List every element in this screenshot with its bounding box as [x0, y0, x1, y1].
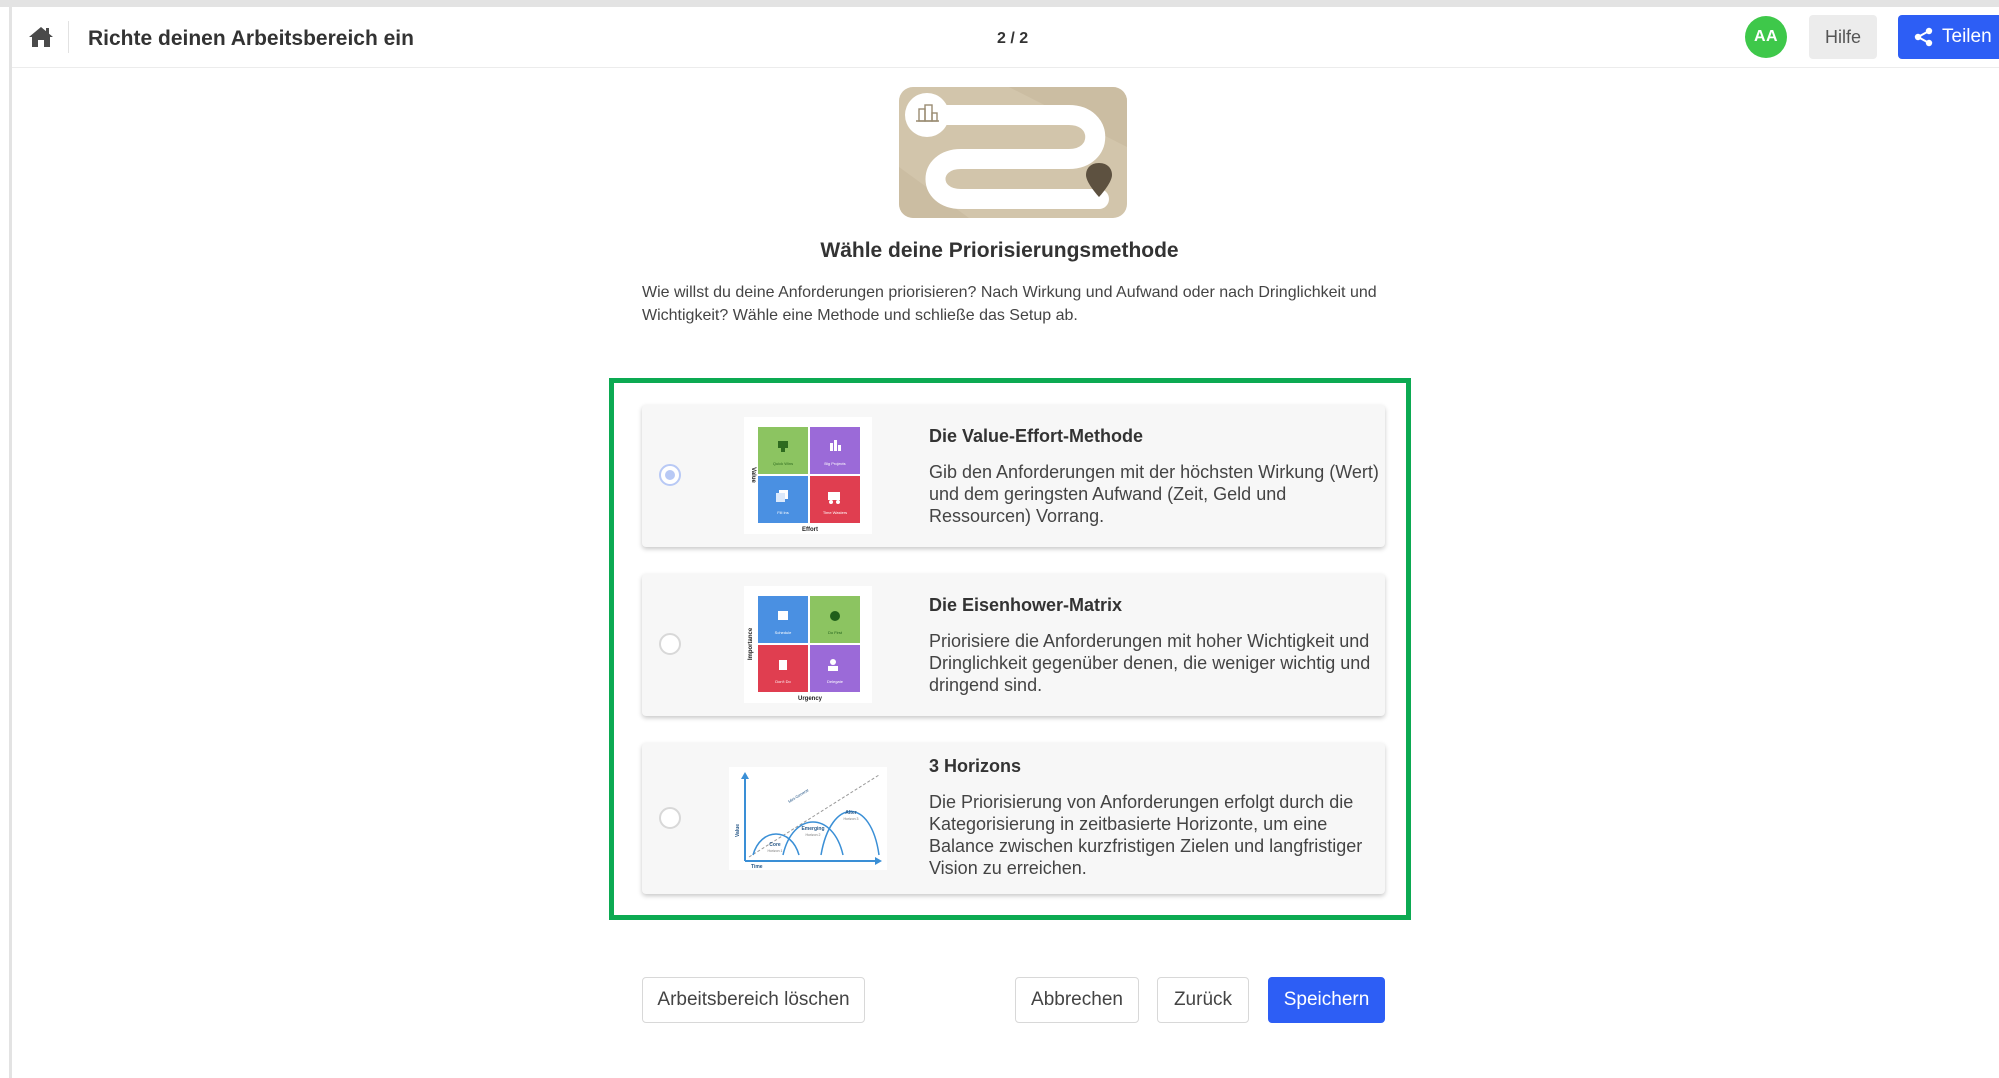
option-value-effort[interactable]: Quick Wins Big Projects Fill Ins Time Wa… [642, 405, 1385, 547]
option-description: Gib den Anforderungen mit der höchsten W… [929, 462, 1379, 526]
y-axis-label: Value [750, 467, 756, 483]
check-icon [830, 611, 840, 621]
3-horizons-thumbnail: Core Horizon 1 Emerging Horizon 2 Alter … [729, 767, 887, 870]
page-title: Richte deinen Arbeitsbereich ein [88, 27, 414, 50]
option-description: Die Priorisierung von Anforderungen erfo… [929, 792, 1363, 878]
x-axis-label: Urgency [798, 696, 823, 702]
option-title: Die Value-Effort-Methode [929, 426, 1144, 446]
trash-icon [779, 660, 787, 670]
quadrant-label: Big Projects [824, 461, 845, 466]
share-icon [1914, 27, 1933, 47]
horizon-label: Horizon 3 [844, 817, 859, 821]
window-top-border [0, 0, 1999, 7]
roadmap-illustration [899, 87, 1127, 218]
header-bar: Richte deinen Arbeitsbereich ein 2 / 2 A… [12, 7, 1999, 68]
radio-3-horizons[interactable] [659, 807, 681, 829]
option-3-horizons[interactable]: Core Horizon 1 Emerging Horizon 2 Alter … [642, 743, 1385, 894]
quadrant-label: Time Wasters [823, 510, 847, 515]
eisenhower-thumbnail: Schedule Do First Don't Do Delegate Urge… [744, 586, 872, 703]
back-button[interactable]: Zurück [1157, 977, 1249, 1023]
x-axis-label: Time [751, 864, 763, 870]
option-eisenhower[interactable]: Schedule Do First Don't Do Delegate Urge… [642, 574, 1385, 716]
value-effort-thumbnail: Quick Wins Big Projects Fill Ins Time Wa… [744, 417, 872, 534]
cancel-button[interactable]: Abbrechen [1015, 977, 1139, 1023]
y-axis-label: Importance [748, 627, 754, 660]
option-title: 3 Horizons [929, 756, 1022, 776]
radio-eisenhower[interactable] [659, 633, 681, 655]
intro-text: Wie willst du deine Anforderungen priori… [642, 284, 1377, 324]
share-label: Teilen [1942, 26, 1992, 47]
horizon-label: Alter [845, 810, 856, 816]
calendar-icon [778, 611, 788, 620]
radio-value-effort[interactable] [659, 464, 681, 486]
step-counter: 2 / 2 [997, 30, 1029, 47]
avatar[interactable]: AA [1745, 16, 1787, 58]
y-axis-label: Value [735, 824, 741, 837]
quadrant-label: Delegate [827, 679, 844, 684]
quadrant-label: Do First [828, 630, 843, 635]
share-button[interactable]: Teilen [1898, 15, 1999, 59]
header-separator [68, 21, 69, 53]
help-button[interactable]: Hilfe [1809, 15, 1877, 59]
option-description: Priorisiere die Anforderungen mit hoher … [929, 631, 1371, 695]
horizon-label: Horizon 1 [768, 849, 783, 853]
horizon-label: Emerging [801, 826, 824, 832]
window-left-border [9, 7, 12, 1078]
quadrant-label: Schedule [775, 630, 792, 635]
delete-workspace-button[interactable]: Arbeitsbereich löschen [642, 977, 865, 1023]
save-button[interactable]: Speichern [1268, 977, 1385, 1023]
option-title: Die Eisenhower-Matrix [929, 595, 1123, 615]
quadrant-label: Don't Do [775, 679, 791, 684]
home-icon[interactable] [28, 25, 54, 49]
section-heading: Wähle deine Priorisierungsmethode [820, 239, 1179, 262]
quadrant-label: Fill Ins [777, 510, 789, 515]
horizon-label: Horizon 2 [806, 833, 821, 837]
x-axis-label: Effort [802, 527, 818, 533]
quadrant-label: Quick Wins [773, 461, 793, 466]
horizon-label: Core [769, 842, 781, 848]
